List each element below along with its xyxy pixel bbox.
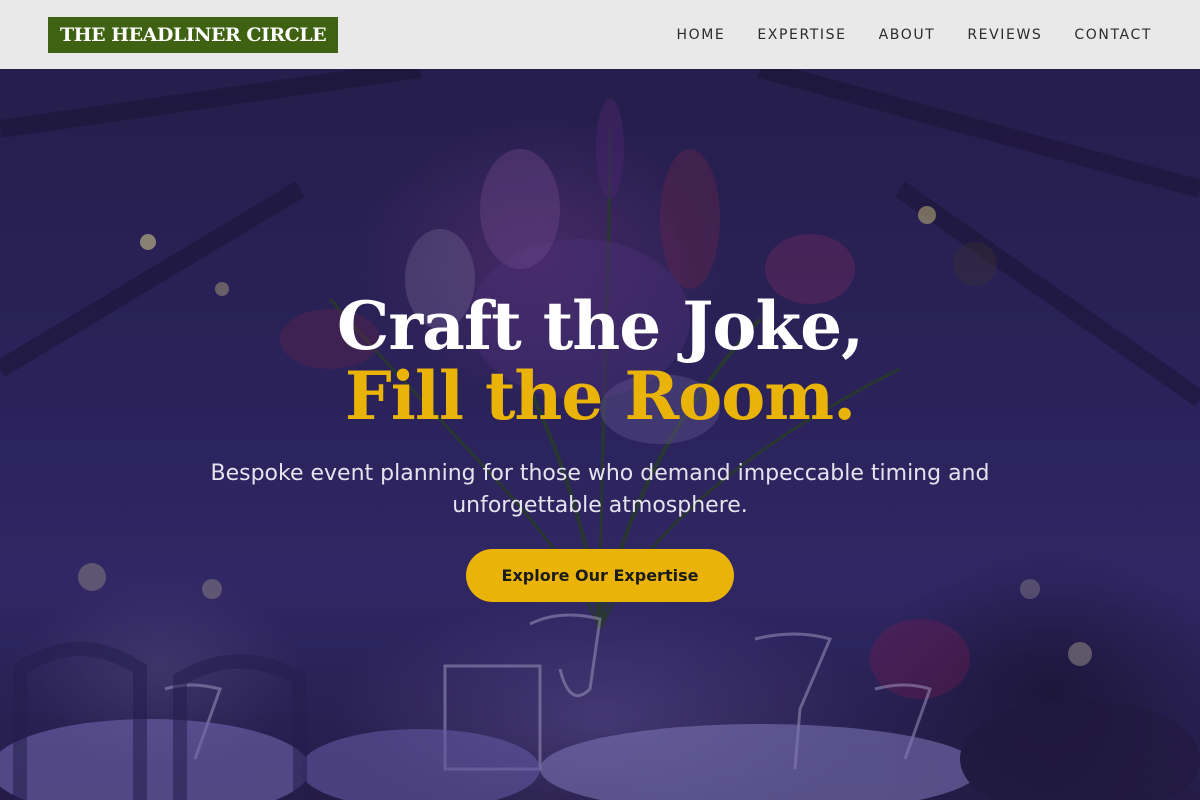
hero-content: Craft the Joke, Fill the Room. Bespoke e… [0, 69, 1200, 800]
hero-subtitle: Bespoke event planning for those who dem… [210, 461, 990, 518]
nav-item-about[interactable]: ABOUT [879, 27, 936, 43]
hero-headline: Craft the Joke, Fill the Room. [0, 291, 1200, 431]
headline-line-2-accent: Fill the Room. [344, 357, 856, 435]
top-navbar: THE HEADLINER CIRCLE HOME EXPERTISE ABOU… [0, 0, 1200, 69]
explore-expertise-button[interactable]: Explore Our Expertise [466, 549, 734, 602]
nav-links: HOME EXPERTISE ABOUT REVIEWS CONTACT [676, 27, 1152, 43]
brand-logo[interactable]: THE HEADLINER CIRCLE [48, 16, 339, 53]
nav-item-contact[interactable]: CONTACT [1074, 27, 1152, 43]
nav-item-reviews[interactable]: REVIEWS [967, 27, 1042, 43]
hero-section: Craft the Joke, Fill the Room. Bespoke e… [0, 69, 1200, 800]
headline-line-1: Craft the Joke, [336, 287, 864, 365]
nav-item-expertise[interactable]: EXPERTISE [757, 27, 846, 43]
nav-item-home[interactable]: HOME [676, 27, 725, 43]
